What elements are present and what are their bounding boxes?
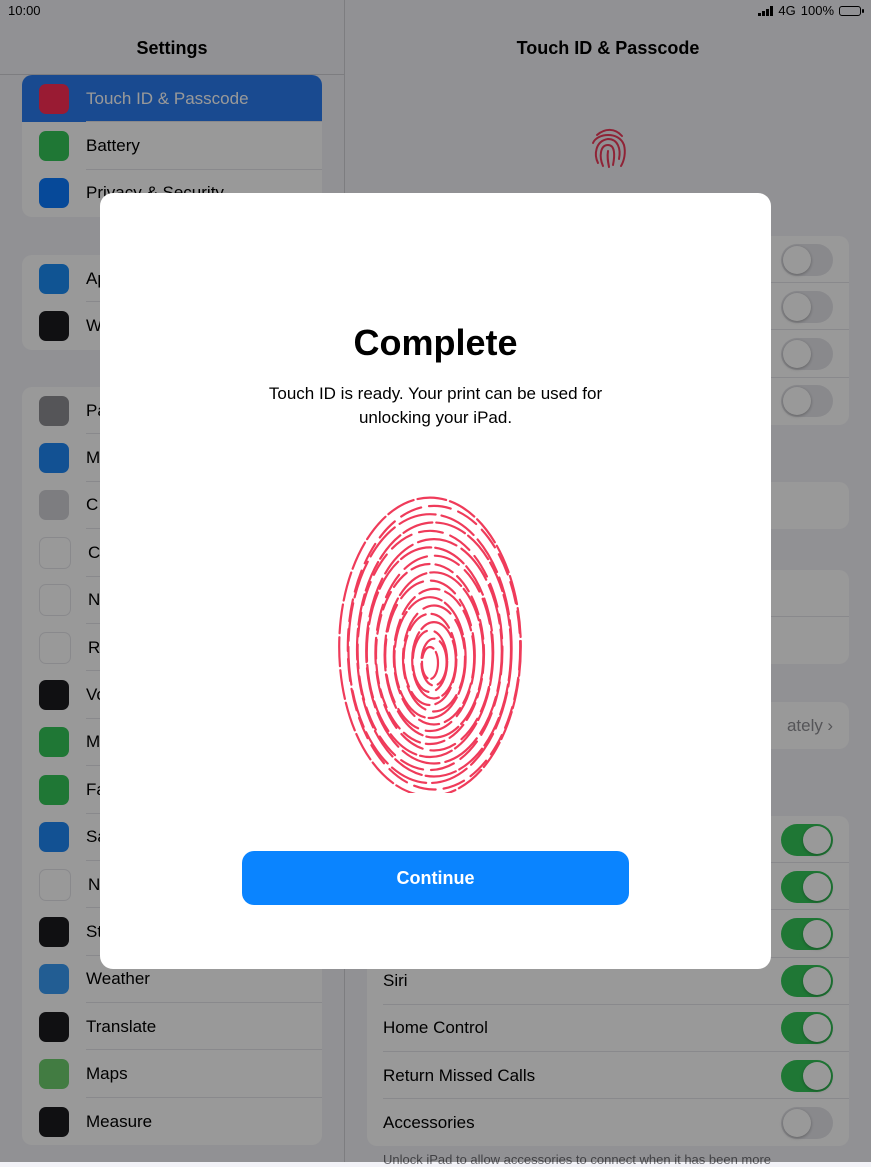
continue-button[interactable]: Continue (242, 851, 629, 905)
modal-message: Touch ID is ready. Your print can be use… (268, 384, 603, 427)
fingerprint-ridge (356, 529, 504, 772)
fingerprint-ridge (384, 579, 476, 733)
fingerprint-ridge (420, 637, 448, 687)
fingerprint-ridge (420, 645, 440, 681)
modal-title: Complete (353, 322, 518, 363)
fingerprint-ridge (411, 621, 457, 700)
fingerprint-icon (338, 496, 522, 793)
fingerprint-ridge (347, 513, 513, 785)
fingerprint-ridge (392, 587, 476, 726)
